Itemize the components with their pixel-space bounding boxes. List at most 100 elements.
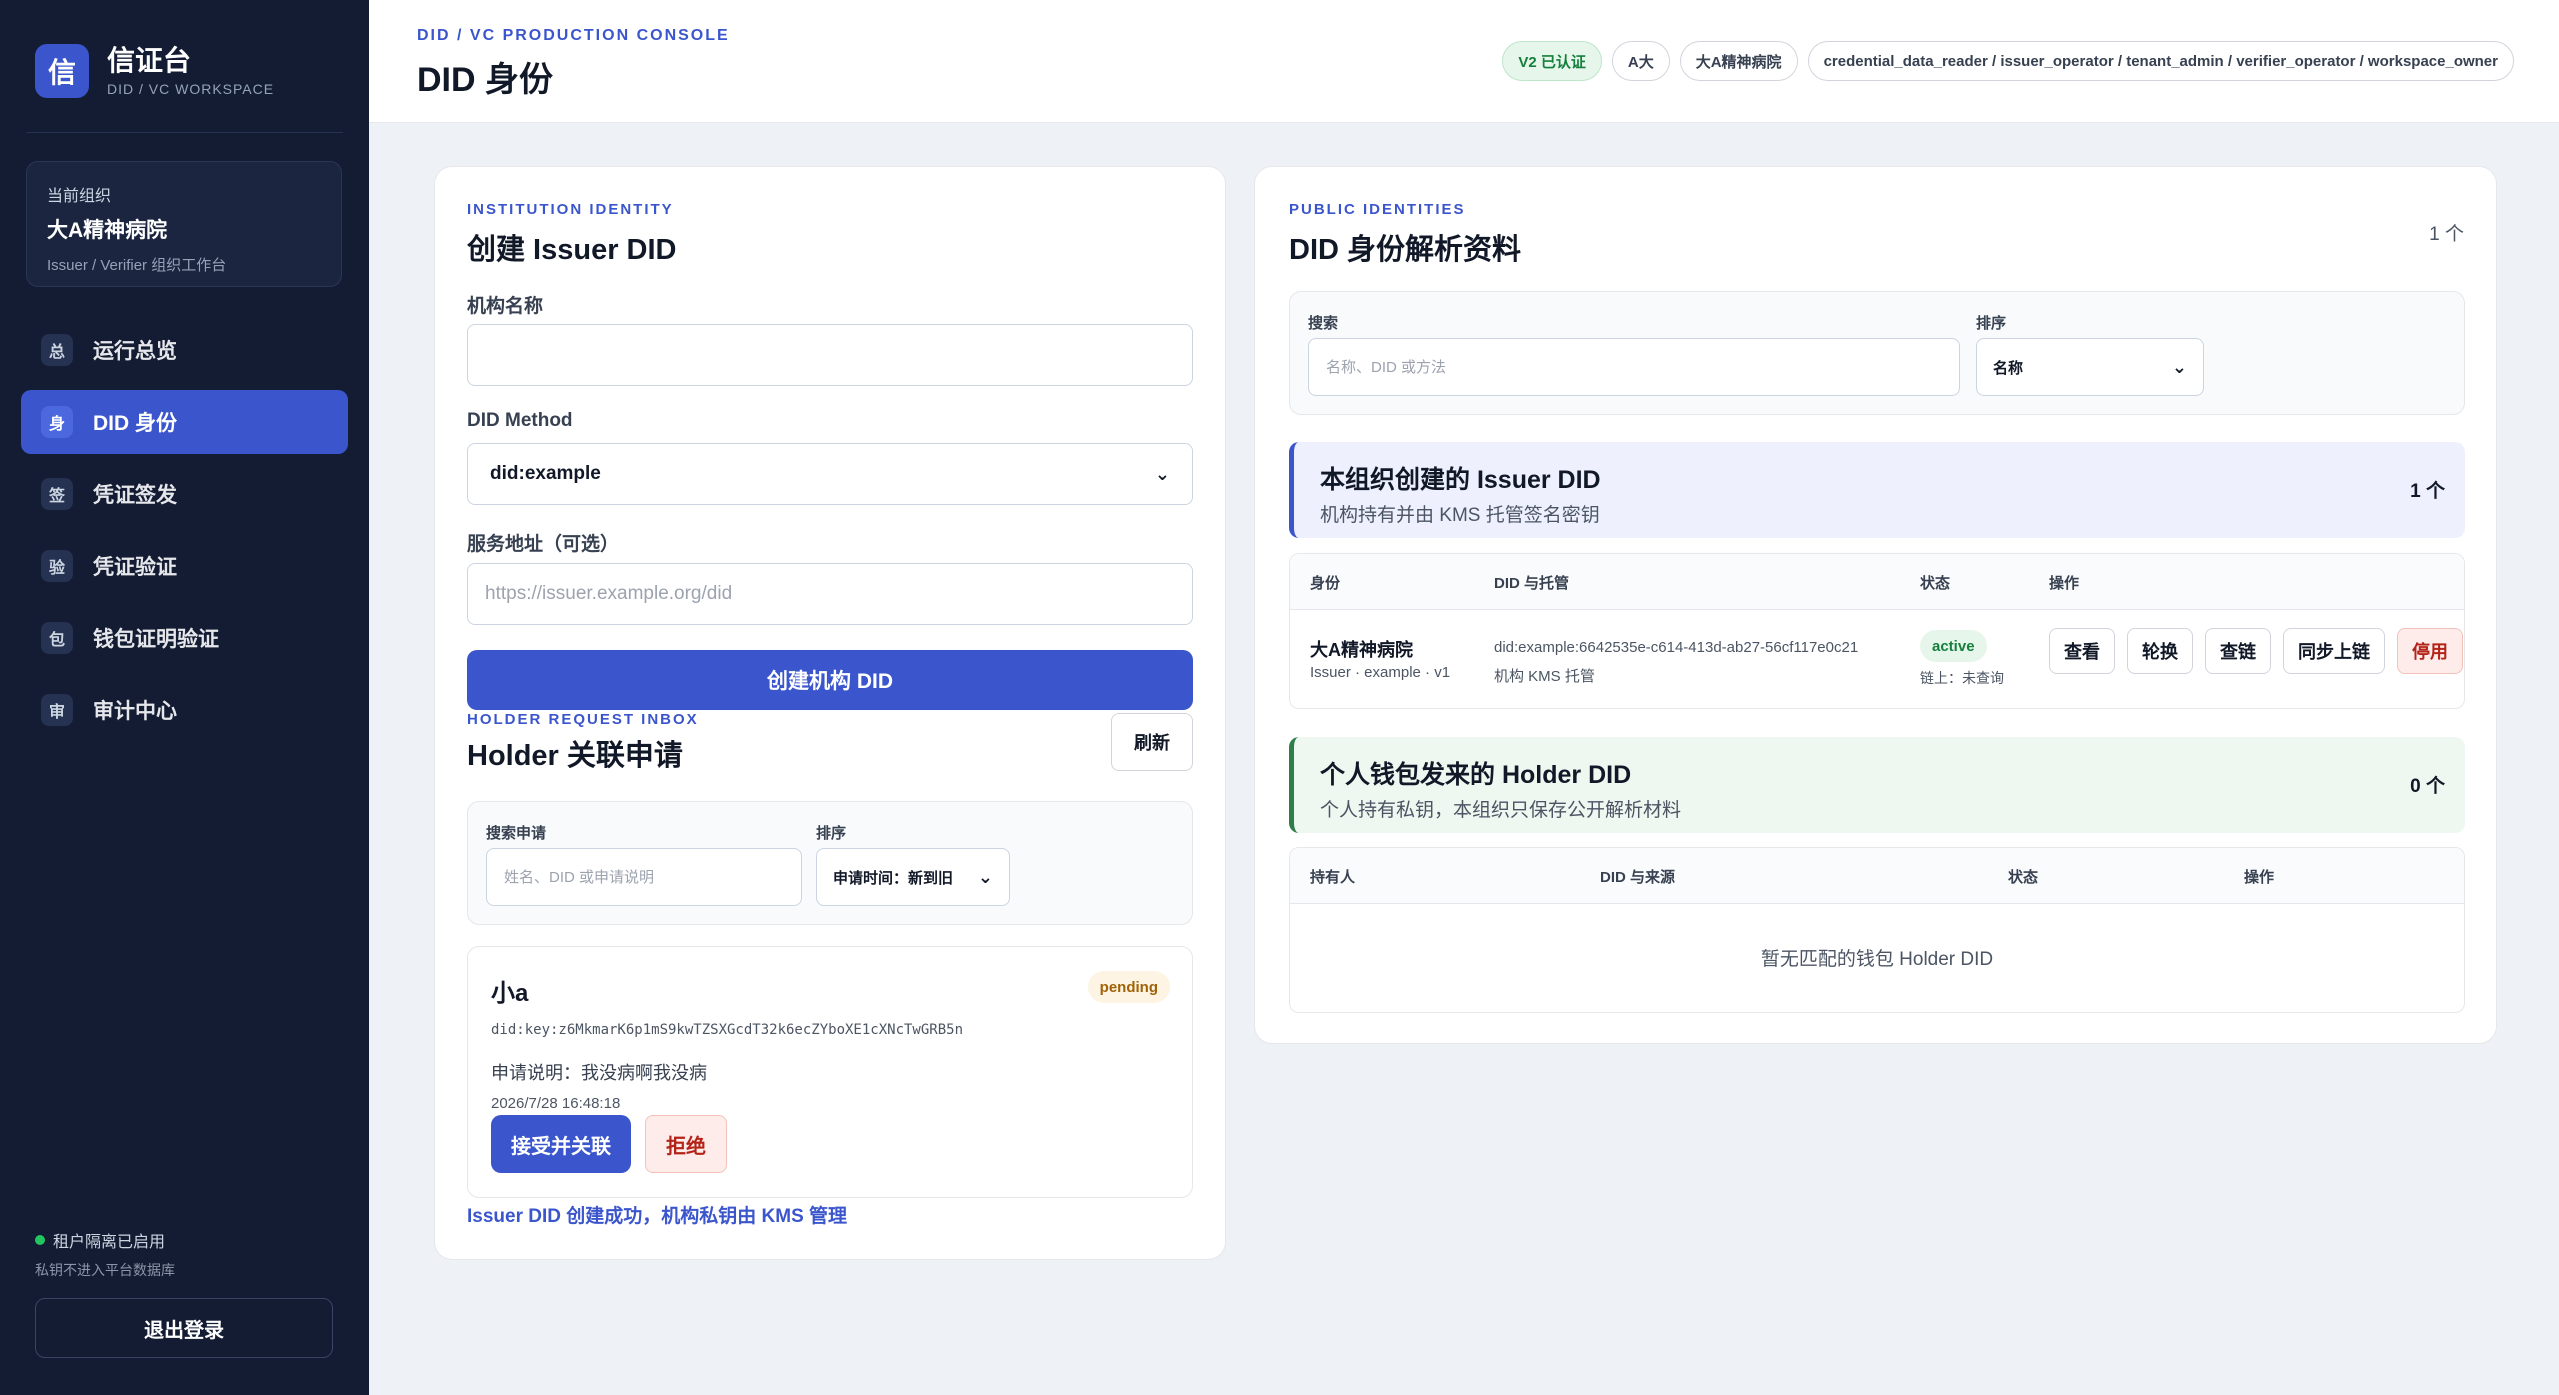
public-identities-card: PUBLIC IDENTITIES DID 身份解析资料 1 个 搜索 排序 名…: [1254, 166, 2497, 1044]
identity-icon: 身: [41, 406, 73, 438]
holder-section-header: 个人钱包发来的 Holder DID 个人持有私钥，本组织只保存公开解析材料 0…: [1289, 737, 2465, 833]
holder-section-title: 个人钱包发来的 Holder DID: [1320, 761, 1632, 789]
console-kicker: DID / VC PRODUCTION CONSOLE: [417, 27, 730, 44]
sidebar-item-label: DID 身份: [93, 412, 177, 435]
org-chip: 大A精神病院: [1679, 41, 1798, 81]
chevron-down-icon: ⌄: [1154, 463, 1170, 484]
org-caption: 当前组织: [47, 188, 112, 205]
issuer-did-table: 身份 DID 与托管 状态 操作 大A精神病院 Issuer · example…: [1289, 553, 2465, 709]
issuer-section-title: 本组织创建的 Issuer DID: [1320, 466, 1601, 494]
sidebar-item-audit[interactable]: 审 审计中心: [21, 678, 348, 742]
current-org-card: 当前组织 大A精神病院 Issuer / Verifier 组织工作台: [26, 161, 342, 287]
audit-icon: 审: [41, 694, 73, 726]
column-header: 状态: [2008, 869, 2039, 886]
chevron-down-icon: ⌄: [2171, 356, 2187, 377]
column-header: DID 与托管: [1494, 575, 1570, 592]
user-chips: V2 已认证 A大 大A精神病院 credential_data_reader …: [1492, 41, 2514, 81]
sidebar-item-did[interactable]: 身 DID 身份: [21, 390, 348, 454]
sidebar-item-label: 凭证验证: [93, 556, 177, 579]
chain-status: 链上：未查询: [1920, 670, 2004, 686]
table-header: [1290, 848, 2464, 904]
column-header: 状态: [1920, 575, 1951, 592]
public-sort-select[interactable]: 名称 ⌄: [1976, 338, 2204, 396]
public-search-input[interactable]: [1308, 338, 1960, 396]
holder-section-subtitle: 个人持有私钥，本组织只保存公开解析材料: [1320, 800, 1682, 821]
inbox-kicker: HOLDER REQUEST INBOX: [467, 711, 699, 728]
disable-button[interactable]: 停用: [2397, 628, 2463, 674]
request-time: 2026/7/28 16:48:18: [491, 1095, 621, 1112]
inbox-sort-select[interactable]: 申请时间：新到旧 ⌄: [816, 848, 1010, 906]
page-title: DID 身份: [417, 61, 553, 99]
sidebar-item-label: 钱包证明验证: [93, 628, 219, 651]
org-role: Issuer / Verifier 组织工作台: [47, 257, 227, 274]
user-chip: A大: [1611, 41, 1670, 81]
status-dot-icon: [35, 1235, 45, 1245]
sidebar-item-verify[interactable]: 验 凭证验证: [21, 534, 348, 598]
row-actions: 查看 轮换 查链 同步上链 停用: [2049, 628, 2463, 674]
inbox-title: Holder 关联申请: [467, 740, 683, 772]
verify-icon: 验: [41, 550, 73, 582]
view-button[interactable]: 查看: [2049, 628, 2115, 674]
service-url-input[interactable]: [467, 563, 1193, 625]
table-header: [1290, 554, 2464, 610]
inbox-sort-label: 排序: [816, 825, 847, 842]
issuer-section-count: 1 个: [2410, 481, 2445, 502]
refresh-button[interactable]: 刷新: [1111, 713, 1193, 771]
create-kicker: INSTITUTION IDENTITY: [467, 201, 674, 218]
sidebar-divider: [26, 132, 343, 133]
roles-chip: credential_data_reader / issuer_operator…: [1807, 41, 2514, 81]
sidebar-item-label: 审计中心: [93, 700, 177, 723]
public-kicker: PUBLIC IDENTITIES: [1289, 201, 1466, 218]
column-header: 操作: [2049, 575, 2080, 592]
public-filter: 搜索 排序 名称 ⌄: [1289, 291, 2465, 415]
org-name-label: 机构名称: [467, 296, 544, 317]
sidebar-item-issue[interactable]: 签 凭证签发: [21, 462, 348, 526]
public-sort-value: 名称: [1993, 359, 2024, 377]
issuer-name: 大A精神病院: [1310, 640, 1413, 660]
issuer-section-subtitle: 机构持有并由 KMS 托管签名密钥: [1320, 505, 1600, 526]
column-header: 持有人: [1310, 869, 1356, 886]
sidebar-item-label: 凭证签发: [93, 484, 177, 507]
sidebar-item-wallet-proof[interactable]: 包 钱包证明验证: [21, 606, 348, 670]
org-name-input[interactable]: [467, 324, 1193, 386]
brand-name: 信证台: [107, 45, 192, 76]
status-badge: pending: [1087, 971, 1170, 1003]
request-holder-name: 小a: [491, 980, 529, 1007]
brand-logo: 信: [35, 44, 89, 98]
tenant-status: 租户隔离已启用 私钥不进入平台数据库: [35, 1228, 175, 1280]
create-did-button[interactable]: 创建机构 DID: [467, 650, 1193, 710]
wallet-icon: 包: [41, 622, 73, 654]
tenant-status-text: 租户隔离已启用: [53, 1234, 166, 1251]
logout-button[interactable]: 退出登录: [35, 1298, 333, 1358]
inbox-search-input[interactable]: [486, 848, 802, 906]
brand-subtitle: DID / VC WORKSPACE: [107, 81, 275, 97]
create-title: 创建 Issuer DID: [467, 234, 677, 266]
rotate-button[interactable]: 轮换: [2127, 628, 2193, 674]
issuer-section-header: 本组织创建的 Issuer DID 机构持有并由 KMS 托管签名密钥 1 个: [1289, 442, 2465, 538]
topbar: DID / VC PRODUCTION CONSOLE DID 身份 V2 已认…: [369, 0, 2559, 123]
service-url-label: 服务地址（可选）: [467, 534, 620, 555]
org-name: 大A精神病院: [47, 219, 168, 242]
tenant-note: 私钥不进入平台数据库: [35, 1262, 175, 1278]
empty-state: 暂无匹配的钱包 Holder DID: [1760, 949, 1994, 970]
issuer-meta: Issuer · example · v1: [1310, 664, 1451, 681]
column-header: 操作: [2244, 869, 2275, 886]
public-search-label: 搜索: [1308, 315, 1339, 332]
accept-link-button[interactable]: 接受并关联: [491, 1115, 631, 1173]
sign-icon: 签: [41, 478, 73, 510]
overview-icon: 总: [41, 334, 73, 366]
success-message: Issuer DID 创建成功，机构私钥由 KMS 管理: [467, 1206, 848, 1227]
sidebar-item-overview[interactable]: 总 运行总览: [21, 318, 348, 382]
inbox-sort-value: 申请时间：新到旧: [833, 869, 954, 887]
request-note: 申请说明：我没病啊我没病: [491, 1063, 707, 1083]
inbox-filter: 搜索申请 排序 申请时间：新到旧 ⌄: [467, 801, 1193, 925]
verified-chip: V2 已认证: [1502, 41, 1602, 81]
sidebar-item-label: 运行总览: [93, 340, 177, 363]
query-chain-button[interactable]: 查链: [2205, 628, 2271, 674]
sync-chain-button[interactable]: 同步上链: [2283, 628, 2385, 674]
reject-button[interactable]: 拒绝: [645, 1115, 727, 1173]
public-count: 1 个: [2429, 224, 2464, 245]
did-method-label: DID Method: [467, 410, 573, 431]
holder-did-table: 持有人 DID 与来源 状态 操作 暂无匹配的钱包 Holder DID: [1289, 847, 2465, 1013]
did-method-select[interactable]: did:example ⌄: [467, 443, 1193, 505]
